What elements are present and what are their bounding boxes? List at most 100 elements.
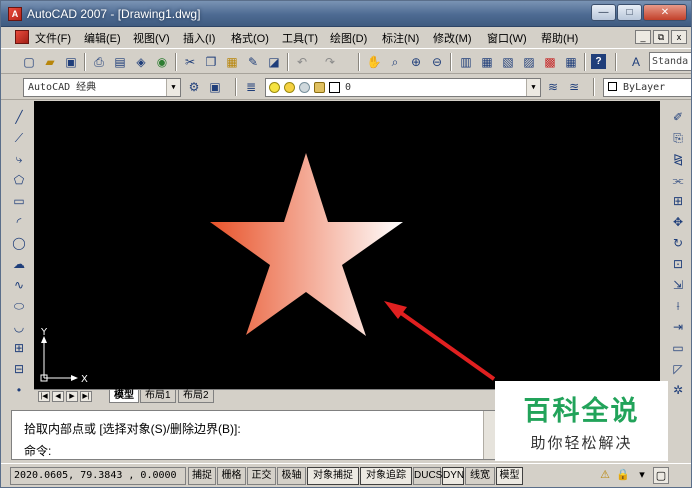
open-file-icon[interactable]: ▰: [41, 53, 59, 71]
menu-insert[interactable]: 插入(I): [183, 30, 215, 46]
command-scrollbar[interactable]: [483, 411, 495, 459]
zoom-window-icon[interactable]: ⊕: [407, 53, 425, 71]
copy-object-icon[interactable]: ⎘: [669, 130, 687, 147]
chevron-down-icon[interactable]: ▼: [166, 79, 180, 96]
print-preview-icon[interactable]: ▤: [111, 53, 129, 71]
doc-close-button[interactable]: x: [671, 30, 687, 44]
save-icon[interactable]: ▣: [62, 53, 80, 71]
status-toggle-button[interactable]: 正交: [247, 467, 276, 485]
mirror-icon[interactable]: ⧎: [669, 151, 687, 168]
undo-icon[interactable]: ↶: [293, 53, 311, 71]
last-tab-button[interactable]: ▶|: [80, 391, 92, 402]
clean-screen-icon[interactable]: ▢: [653, 467, 669, 484]
drawing-canvas[interactable]: Y X: [34, 101, 660, 389]
tab-layout2[interactable]: 布局2: [178, 390, 214, 403]
workspace-combo[interactable]: AutoCAD 经典 ▼: [23, 78, 181, 97]
polyline-icon[interactable]: ⤷: [10, 151, 28, 168]
status-toggle-button[interactable]: 线宽: [465, 467, 495, 485]
layer-color-swatch[interactable]: [329, 82, 340, 93]
status-toggle-button[interactable]: DUCS: [413, 467, 442, 485]
properties-icon[interactable]: ▥: [457, 53, 475, 71]
layer-on-icon[interactable]: [269, 82, 280, 93]
prev-tab-button[interactable]: ◀: [52, 391, 64, 402]
arc-icon[interactable]: ◜: [10, 214, 28, 231]
sheet-set-icon[interactable]: ▨: [520, 53, 538, 71]
next-tab-button[interactable]: ▶: [66, 391, 78, 402]
chevron-down-icon[interactable]: ▼: [526, 79, 540, 96]
workspace-save-icon[interactable]: ▣: [206, 78, 224, 96]
text-style-icon[interactable]: A: [627, 53, 645, 71]
workspace-settings-icon[interactable]: ⚙: [185, 78, 203, 96]
help-icon[interactable]: ?: [591, 54, 606, 69]
markup-icon[interactable]: ▩: [541, 53, 559, 71]
menu-tools[interactable]: 工具(T): [282, 30, 318, 46]
rotate-icon[interactable]: ↻: [669, 235, 687, 252]
line-icon[interactable]: ╱: [10, 109, 28, 126]
copy-icon[interactable]: ❐: [202, 53, 220, 71]
revision-cloud-icon[interactable]: ☁: [10, 256, 28, 273]
move-icon[interactable]: ✥: [669, 214, 687, 231]
status-toggle-button[interactable]: 对象追踪: [360, 467, 412, 485]
status-toggle-button[interactable]: 模型: [496, 467, 523, 485]
status-toggle-button[interactable]: 极轴: [277, 467, 306, 485]
menu-modify[interactable]: 修改(M): [433, 30, 472, 46]
menu-dimension[interactable]: 标注(N): [382, 30, 419, 46]
circle-icon[interactable]: ◯: [10, 235, 28, 252]
ellipse-icon[interactable]: ⬭: [10, 298, 28, 315]
insert-block-icon[interactable]: ⊞: [10, 340, 28, 357]
3d-dwf-icon[interactable]: ◉: [153, 53, 171, 71]
command-window[interactable]: 拾取内部点或 [选择对象(S)/删除边界(B)]: 命令:: [11, 410, 495, 460]
communication-center-icon[interactable]: ⚠: [597, 467, 613, 484]
menu-format[interactable]: 格式(O): [231, 30, 269, 46]
doc-restore-button[interactable]: ⧉: [653, 30, 669, 44]
calculator-icon[interactable]: ▦: [562, 53, 580, 71]
tab-layout1[interactable]: 布局1: [140, 390, 176, 403]
redo-icon[interactable]: ↷: [321, 53, 339, 71]
document-icon[interactable]: [15, 30, 29, 44]
make-block-icon[interactable]: ⊟: [10, 361, 28, 378]
scale-icon[interactable]: ⊡: [669, 256, 687, 273]
array-icon[interactable]: ⊞: [669, 193, 687, 210]
chamfer-icon[interactable]: ◸: [669, 361, 687, 378]
coordinate-readout[interactable]: 2020.0605, 79.3843 , 0.0000: [10, 467, 186, 485]
command-prompt[interactable]: 命令:: [24, 442, 51, 459]
menu-window[interactable]: 窗口(W): [487, 30, 527, 46]
polygon-icon[interactable]: ⬠: [10, 172, 28, 189]
menu-view[interactable]: 视图(V): [133, 30, 170, 46]
menu-file[interactable]: 文件(F): [35, 30, 71, 46]
print-icon[interactable]: ⎙: [90, 53, 108, 71]
new-file-icon[interactable]: ▢: [20, 53, 38, 71]
break-icon[interactable]: ▭: [669, 340, 687, 357]
layer-previous-icon[interactable]: ≊: [565, 78, 583, 96]
autocad-app-icon[interactable]: A: [8, 7, 22, 21]
explode-icon[interactable]: ✲: [669, 382, 687, 399]
tab-model[interactable]: 模型: [109, 390, 139, 403]
spline-icon[interactable]: ∿: [10, 277, 28, 294]
cut-icon[interactable]: ✂: [181, 53, 199, 71]
first-tab-button[interactable]: |◀: [38, 391, 50, 402]
design-center-icon[interactable]: ▦: [478, 53, 496, 71]
doc-minimize-button[interactable]: _: [635, 30, 651, 44]
trim-icon[interactable]: ⟊: [669, 298, 687, 315]
menu-help[interactable]: 帮助(H): [541, 30, 578, 46]
zoom-previous-icon[interactable]: ⊖: [428, 53, 446, 71]
layer-combo[interactable]: 0 ▼: [265, 78, 541, 97]
offset-icon[interactable]: ⫘: [669, 172, 687, 189]
make-layer-current-icon[interactable]: ≋: [544, 78, 562, 96]
close-button[interactable]: ✕: [643, 4, 687, 21]
point-icon[interactable]: •: [10, 382, 28, 399]
gradient-star[interactable]: [210, 153, 403, 336]
color-combo[interactable]: ByLayer: [603, 78, 691, 97]
tool-palettes-icon[interactable]: ▧: [499, 53, 517, 71]
ellipse-arc-icon[interactable]: ◡: [10, 319, 28, 336]
lock-icon[interactable]: 🔒: [615, 467, 631, 484]
stretch-icon[interactable]: ⇲: [669, 277, 687, 294]
layer-lock-icon[interactable]: [314, 82, 325, 93]
extend-icon[interactable]: ⇥: [669, 319, 687, 336]
rectangle-icon[interactable]: ▭: [10, 193, 28, 210]
status-toggle-button[interactable]: 对象捕捉: [307, 467, 359, 485]
status-toggle-button[interactable]: DYN: [442, 467, 464, 485]
match-properties-icon[interactable]: ✎: [244, 53, 262, 71]
pan-icon[interactable]: ✋: [365, 53, 383, 71]
minimize-button[interactable]: —: [591, 4, 616, 21]
